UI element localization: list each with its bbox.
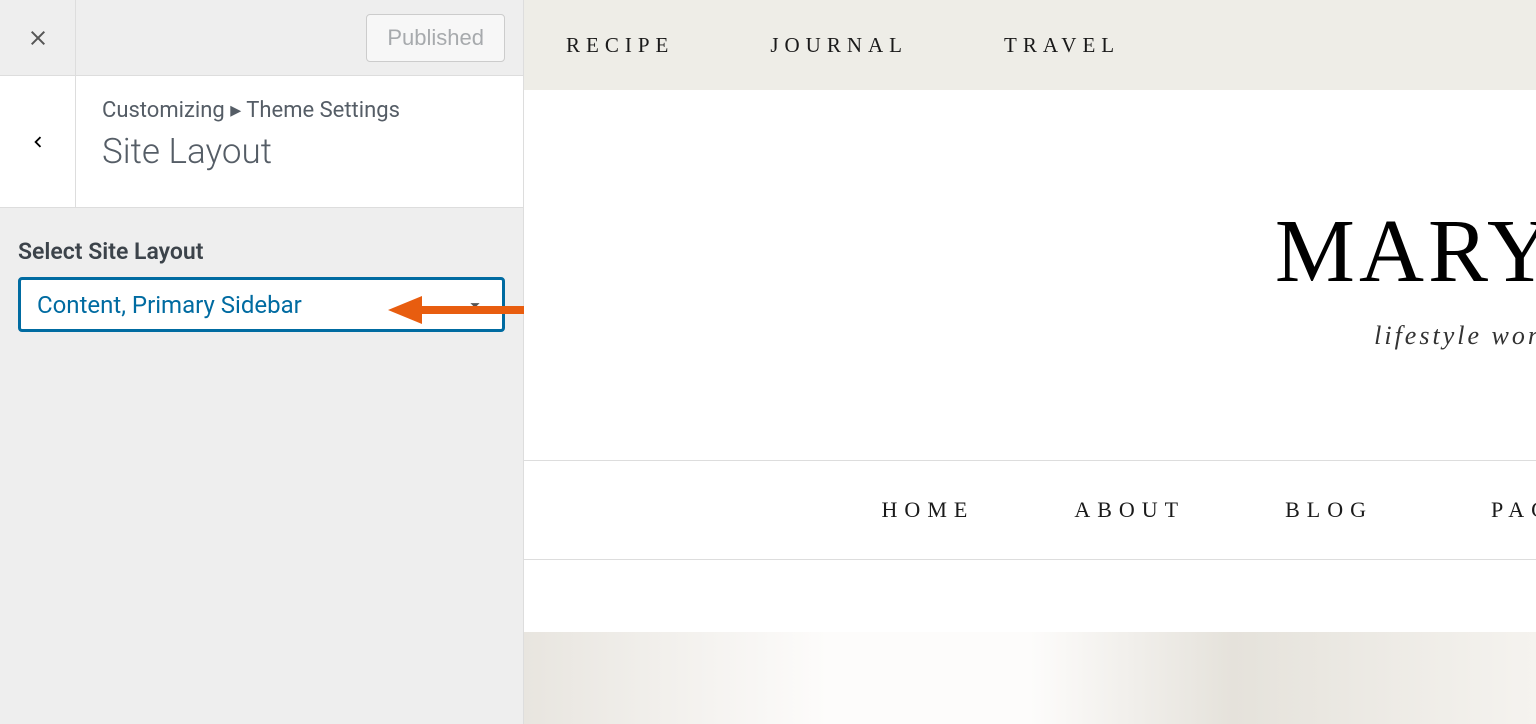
chevron-left-icon [27,131,49,153]
chevron-down-icon [464,294,486,316]
top-navigation: RECIPE JOURNAL TRAVEL [524,0,1536,90]
main-nav-item-about[interactable]: ABOUT [1074,497,1185,523]
main-nav-item-home[interactable]: HOME [882,497,975,523]
publish-status-button[interactable]: Published [366,14,505,62]
top-nav-item-recipe[interactable]: RECIPE [566,33,674,58]
control-label: Select Site Layout [18,238,505,265]
control-section: Select Site Layout Content, Primary Side… [0,208,523,362]
site-subtitle: lifestyle word [1374,321,1536,351]
main-nav-item-blog[interactable]: BLOG [1285,497,1373,523]
section-title: Site Layout [102,131,497,172]
breadcrumb-root: Customizing [102,98,225,123]
select-value: Content, Primary Sidebar [37,291,302,319]
main-nav-item-pages[interactable]: PAG [1491,497,1536,523]
breadcrumb-separator: ▸ [230,98,241,123]
site-title[interactable]: MARY [1275,200,1536,303]
site-layout-select[interactable]: Content, Primary Sidebar [18,277,505,332]
back-button[interactable] [0,76,76,208]
close-icon [26,26,50,50]
top-nav-item-journal[interactable]: JOURNAL [770,33,908,58]
close-button[interactable] [0,0,76,76]
breadcrumb-content: Customizing ▸ Theme Settings Site Layout [76,76,523,207]
top-nav-item-travel[interactable]: TRAVEL [1004,33,1120,58]
hero-image [524,632,1536,724]
sidebar-header: Published [0,0,523,76]
site-preview: RECIPE JOURNAL TRAVEL MARY lifestyle wor… [524,0,1536,724]
customizer-sidebar: Published Customizing ▸ Theme Settings S… [0,0,524,724]
breadcrumb-section: Customizing ▸ Theme Settings Site Layout [0,76,523,208]
hero-section: MARY lifestyle word [524,90,1536,460]
breadcrumb-path: Customizing ▸ Theme Settings [102,98,497,123]
main-navigation: HOME ABOUT BLOG PAG [524,460,1536,560]
breadcrumb-parent: Theme Settings [246,98,400,123]
